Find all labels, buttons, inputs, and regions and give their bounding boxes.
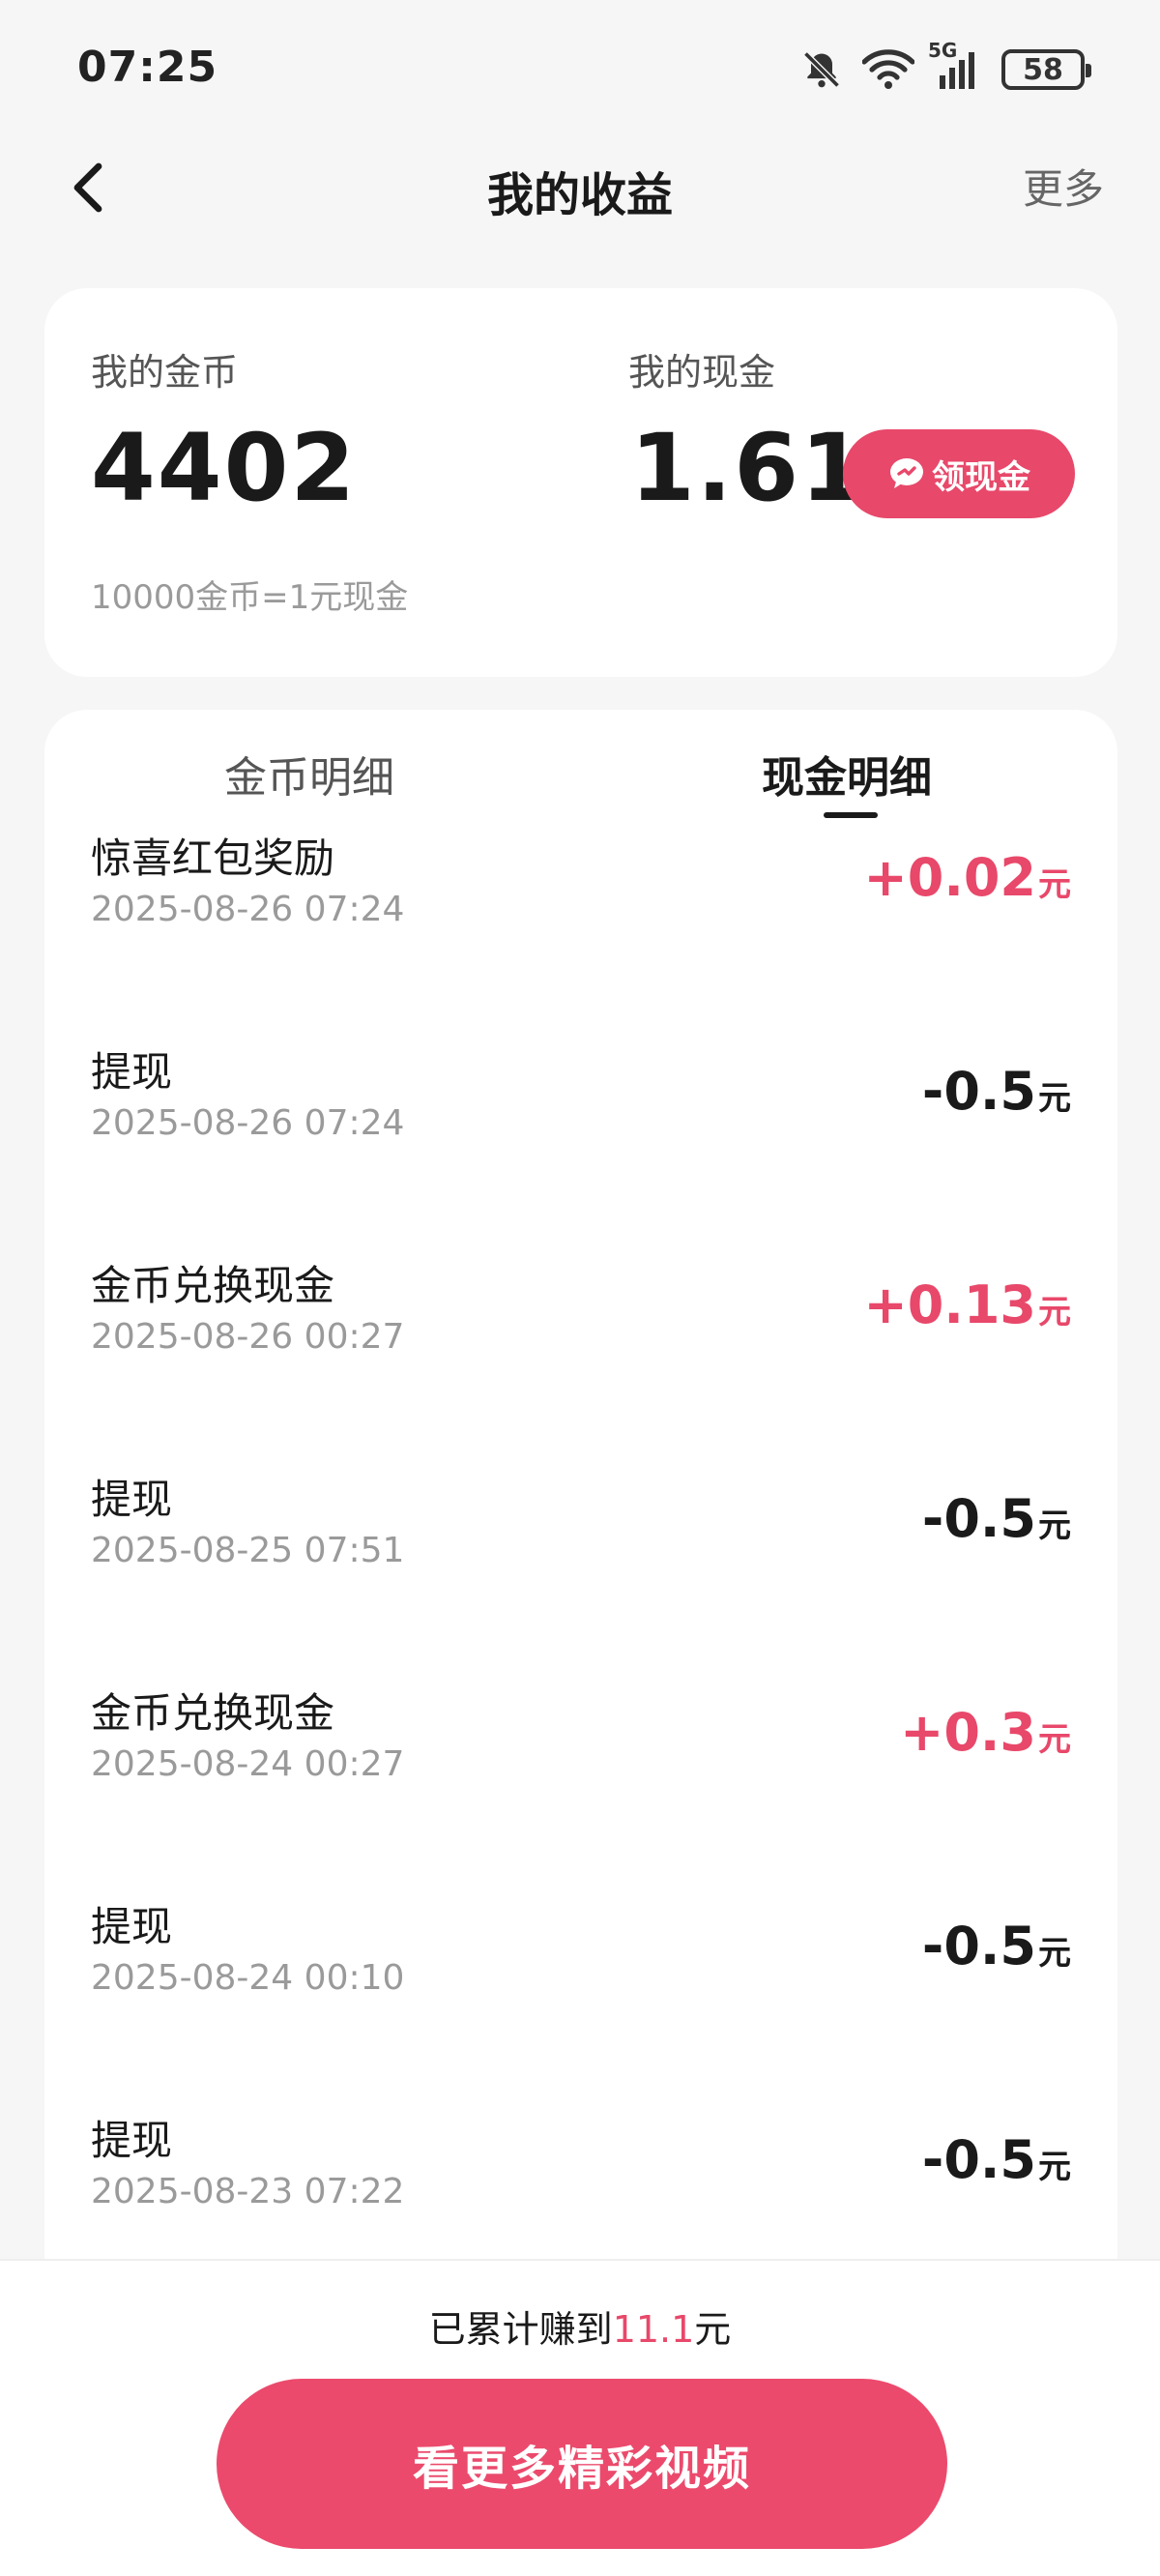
transaction-row[interactable]: 金币兑换现金 2025-08-26 00:27 +0.13元 xyxy=(44,1253,1117,1467)
amount-unit: 元 xyxy=(1038,1507,1071,1545)
coins-value: 4402 xyxy=(91,414,358,522)
cash-value: 1.61 xyxy=(630,414,867,522)
amount-value: -0.5 xyxy=(921,1061,1036,1122)
amount-value: -0.5 xyxy=(921,2129,1036,2190)
watch-more-videos-button[interactable]: 看更多精彩视频 xyxy=(217,2379,947,2549)
battery-icon: 58 xyxy=(1001,49,1091,90)
page-title: 我的收益 xyxy=(486,168,673,222)
transaction-time: 2025-08-26 07:24 xyxy=(91,890,405,929)
transaction-title: 提现 xyxy=(91,2117,173,2164)
total-earned-text: 已累计赚到11.1元 xyxy=(0,2299,1160,2353)
amount-value: +0.02 xyxy=(863,847,1036,908)
tab-coins-detail[interactable]: 金币明细 xyxy=(224,743,394,805)
transaction-row[interactable]: 金币兑换现金 2025-08-24 00:27 +0.3元 xyxy=(44,1681,1117,1894)
mute-bell-icon xyxy=(800,48,843,91)
amount-unit: 元 xyxy=(1038,1934,1071,1973)
amount-unit: 元 xyxy=(1038,1079,1071,1118)
transaction-row[interactable]: 惊喜红包奖励 2025-08-26 07:24 +0.02元 xyxy=(44,826,1117,1039)
transaction-time: 2025-08-24 00:10 xyxy=(91,1958,405,1998)
transaction-list: 惊喜红包奖励 2025-08-26 07:24 +0.02元 提现 2025-0… xyxy=(44,826,1117,2322)
transaction-amount: +0.02元 xyxy=(864,847,1071,908)
wifi-icon xyxy=(862,48,914,91)
amount-value: -0.5 xyxy=(921,1488,1036,1549)
amount-value: +0.3 xyxy=(900,1702,1036,1763)
earned-amount: 11.1 xyxy=(612,2308,695,2351)
transaction-title: 提现 xyxy=(91,1048,173,1096)
transaction-amount: -0.5元 xyxy=(922,1061,1071,1122)
amount-unit: 元 xyxy=(1038,1293,1071,1332)
transaction-row[interactable]: 提现 2025-08-24 00:10 -0.5元 xyxy=(44,1894,1117,2108)
transaction-time: 2025-08-26 07:24 xyxy=(91,1103,405,1143)
amount-unit: 元 xyxy=(1038,1720,1071,1759)
tab-active-indicator xyxy=(824,812,878,818)
earnings-page: 07:25 5G 58 我的收益 更多 我的金币 4402 我的现金 1.61 xyxy=(0,0,1160,2576)
status-icons: 5G 58 xyxy=(800,39,1091,97)
claim-cash-label: 领现金 xyxy=(932,457,1030,497)
network-type: 5G xyxy=(928,39,958,62)
balance-summary-card: 我的金币 4402 我的现金 1.61 领现金 10000金币=1元现金 xyxy=(44,288,1117,677)
cash-label: 我的现金 xyxy=(628,351,776,394)
transaction-title: 金币兑换现金 xyxy=(91,1262,335,1309)
more-button[interactable]: 更多 xyxy=(1023,157,1104,216)
tab-cash-detail[interactable]: 现金明细 xyxy=(762,743,932,805)
status-bar: 07:25 5G 58 xyxy=(0,0,1160,135)
status-time: 07:25 xyxy=(77,43,218,92)
transaction-row[interactable]: 提现 2025-08-26 07:24 -0.5元 xyxy=(44,1039,1117,1253)
amount-value: +0.13 xyxy=(863,1274,1036,1335)
transaction-title: 惊喜红包奖励 xyxy=(91,834,335,882)
earned-suffix: 元 xyxy=(694,2308,732,2351)
transaction-amount: +0.3元 xyxy=(900,1702,1071,1763)
claim-cash-button[interactable]: 领现金 xyxy=(843,429,1075,518)
amount-unit: 元 xyxy=(1038,865,1071,904)
transaction-amount: -0.5元 xyxy=(922,2129,1071,2190)
earned-prefix: 已累计赚到 xyxy=(428,2308,613,2351)
amount-value: -0.5 xyxy=(921,1916,1036,1976)
transaction-title: 金币兑换现金 xyxy=(91,1689,335,1737)
nav-bar: 我的收益 更多 xyxy=(0,135,1160,242)
transaction-amount: -0.5元 xyxy=(922,1488,1071,1549)
coins-label: 我的金币 xyxy=(91,351,239,394)
amount-unit: 元 xyxy=(1038,2148,1071,2186)
cellular-signal-icon: 5G xyxy=(928,39,982,91)
exchange-rate-note: 10000金币=1元现金 xyxy=(91,578,409,617)
transaction-amount: +0.13元 xyxy=(864,1274,1071,1335)
transaction-title: 提现 xyxy=(91,1903,173,1950)
wechat-icon xyxy=(890,458,923,488)
transaction-amount: -0.5元 xyxy=(922,1916,1071,1976)
transaction-time: 2025-08-24 00:27 xyxy=(91,1744,405,1784)
transaction-time: 2025-08-23 07:22 xyxy=(91,2172,405,2211)
transaction-time: 2025-08-25 07:51 xyxy=(91,1531,405,1570)
transaction-time: 2025-08-26 00:27 xyxy=(91,1317,405,1357)
bottom-bar: 已累计赚到11.1元 看更多精彩视频 xyxy=(0,2259,1160,2576)
transaction-title: 提现 xyxy=(91,1476,173,1523)
transaction-row[interactable]: 提现 2025-08-25 07:51 -0.5元 xyxy=(44,1467,1117,1681)
